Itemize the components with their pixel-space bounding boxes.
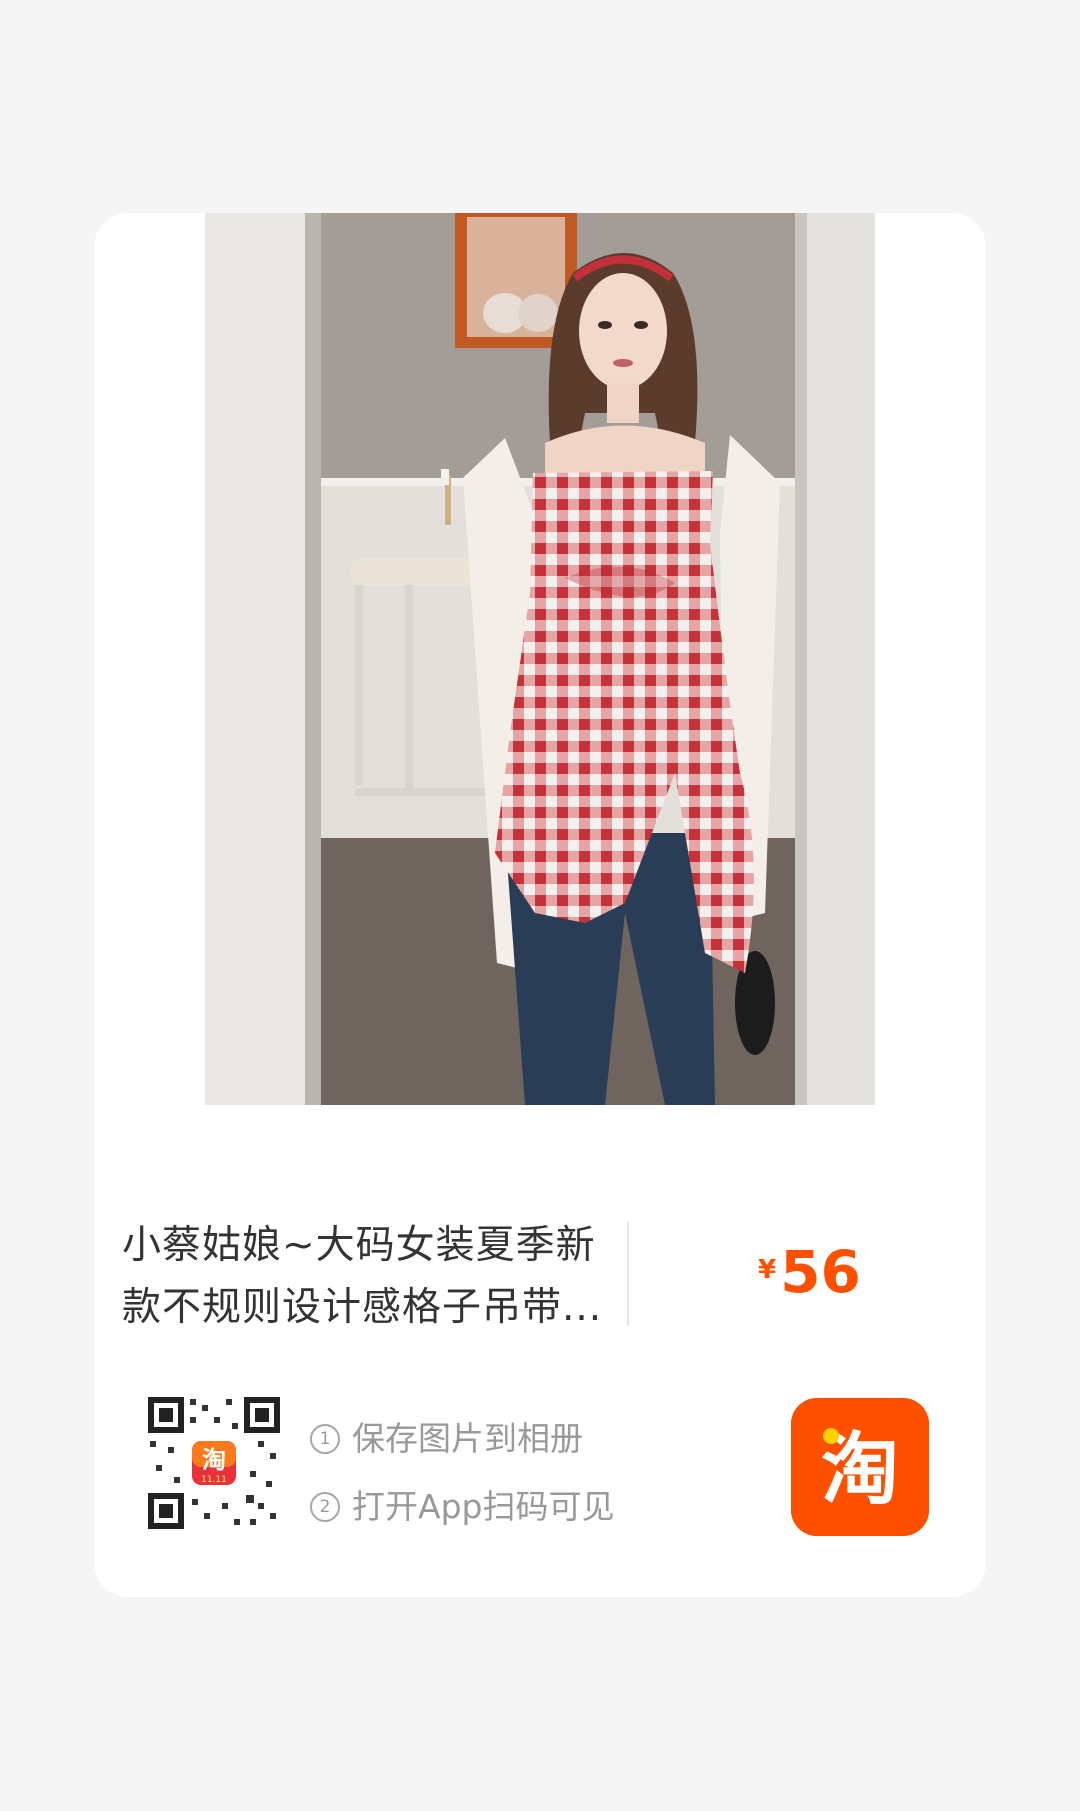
price-currency-symbol: ¥ bbox=[758, 1255, 777, 1285]
qr-badge-glyph: 淘 bbox=[202, 1446, 226, 1474]
step-save-image: 1 保存图片到相册 bbox=[310, 1405, 730, 1473]
qr-code-icon[interactable]: 淘 11.11 bbox=[146, 1395, 282, 1531]
share-steps: 1 保存图片到相册 2 打开App扫码可见 bbox=[310, 1405, 730, 1541]
share-card: 小蔡姑娘~大码女装夏季新 款不规则设计感格子吊带... ¥56 淘 11.11 … bbox=[94, 213, 986, 1597]
product-price: ¥56 bbox=[758, 1238, 928, 1318]
page: 小蔡姑娘~大码女装夏季新 款不规则设计感格子吊带... ¥56 淘 11.11 … bbox=[0, 0, 1080, 1811]
taobao-app-icon[interactable]: 淘 bbox=[791, 1398, 929, 1536]
step-1-text: 保存图片到相册 bbox=[352, 1419, 583, 1458]
product-title[interactable]: 小蔡姑娘~大码女装夏季新 款不规则设计感格子吊带... bbox=[122, 1215, 622, 1335]
product-image[interactable] bbox=[205, 213, 875, 1105]
step-2-number: 2 bbox=[310, 1491, 340, 1522]
step-1-number: 1 bbox=[310, 1423, 340, 1454]
price-value: 56 bbox=[780, 1238, 861, 1306]
step-2-text: 打开App扫码可见 bbox=[352, 1487, 615, 1526]
step-open-app: 2 打开App扫码可见 bbox=[310, 1473, 730, 1541]
product-title-line-2: 款不规则设计感格子吊带... bbox=[122, 1285, 603, 1330]
product-title-line-1: 小蔡姑娘~大码女装夏季新 bbox=[122, 1223, 596, 1268]
qr-badge-text: 11.11 bbox=[201, 1475, 227, 1485]
title-price-divider bbox=[627, 1222, 629, 1326]
